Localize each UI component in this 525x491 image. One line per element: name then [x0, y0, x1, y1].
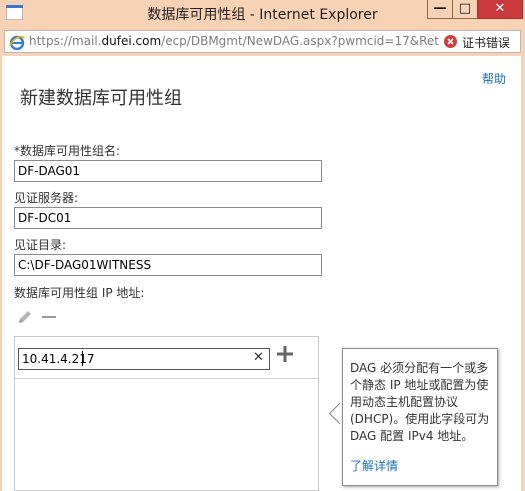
window-frame-left: [0, 56, 2, 491]
text-caret: [82, 351, 83, 366]
window-frame-right: [521, 56, 525, 491]
url-text[interactable]: https://mail.dufei.com/ecp/DBMgmt/NewDAG…: [29, 34, 439, 48]
pencil-icon[interactable]: [16, 308, 34, 326]
ip-address-label: 数据库可用性组 IP 地址:: [14, 286, 145, 300]
url-rest: /ecp/DBMgmt/NewDAG.aspx?pwmcid=17&Retur: [161, 34, 439, 48]
maximize-button[interactable]: □: [452, 0, 478, 19]
url-domain: dufei.com: [101, 34, 162, 48]
witness-dir-label: 见证目录:: [14, 238, 67, 252]
plus-icon[interactable]: [276, 345, 294, 363]
witness-server-label: 见证服务器:: [14, 191, 79, 205]
cert-error-text[interactable]: 证书错误: [462, 34, 510, 51]
dag-name-input[interactable]: DF-DAG01: [14, 160, 322, 182]
ip-address-input[interactable]: 10.41.4.217: [18, 348, 270, 370]
ie-icon: [9, 35, 25, 50]
url-prefix: https://mail.: [29, 34, 102, 48]
close-button[interactable]: ✕: [477, 0, 523, 19]
dag-name-label: *数据库可用性组名:: [14, 144, 121, 158]
minimize-button[interactable]: —: [427, 0, 453, 19]
minus-icon[interactable]: [42, 316, 56, 318]
tooltip-text: DAG 必须分配有一个或多个静态 IP 地址或配置为使用动态主机配置协议(DHC…: [350, 361, 490, 443]
cert-error-icon[interactable]: [444, 35, 457, 48]
witness-server-input[interactable]: DF-DC01: [14, 207, 322, 229]
list-divider: [15, 378, 318, 379]
learn-more-link[interactable]: 了解详情: [350, 457, 398, 474]
page-title: 新建数据库可用性组: [20, 88, 182, 109]
witness-dir-input[interactable]: C:\DF-DAG01WITNESS: [14, 254, 322, 276]
help-link[interactable]: 帮助: [482, 70, 506, 87]
clear-icon[interactable]: ✕: [253, 350, 264, 365]
